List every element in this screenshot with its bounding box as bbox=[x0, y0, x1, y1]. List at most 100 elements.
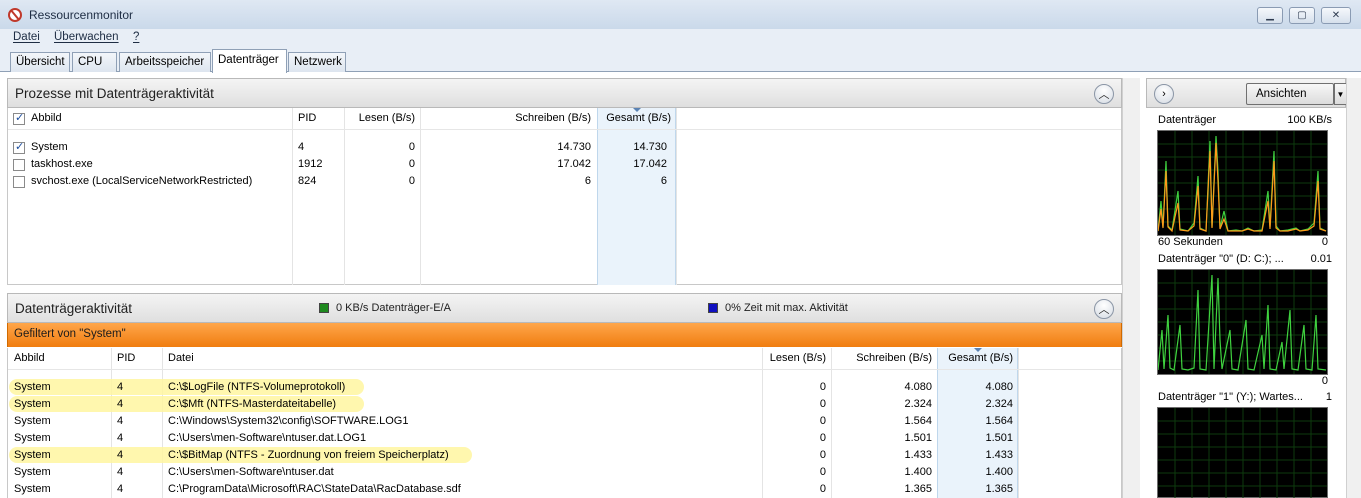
cell-file: C:\$Mft (NTFS-Masterdateitabelle) bbox=[168, 398, 337, 410]
cell-total: 1.564 bbox=[985, 415, 1013, 427]
tab-memory[interactable]: Arbeitsspeicher bbox=[119, 52, 211, 72]
graph-scale: 100 KB/s bbox=[1287, 114, 1332, 126]
cell-read: 0 bbox=[819, 398, 826, 410]
tab-disk[interactable]: Datenträger bbox=[212, 49, 287, 73]
graph-pane-header: › Ansichten ▼ bbox=[1146, 78, 1347, 108]
cell-pid: 4 bbox=[117, 398, 124, 410]
filter-text: Gefiltert von "System" bbox=[14, 328, 126, 340]
graph-scale: 1 bbox=[1325, 391, 1332, 403]
graph-title: Datenträger "0" (D: C:); ... bbox=[1158, 253, 1284, 265]
disk-graph-0-plot bbox=[1157, 270, 1327, 374]
cell-read: 0 bbox=[819, 483, 826, 495]
disk-graph-0 bbox=[1157, 269, 1328, 375]
main-area: Prozesse mit Datenträgeraktivität ︿ Abbi… bbox=[0, 72, 1361, 498]
cell-pid: 4 bbox=[117, 381, 124, 393]
legend-io-swatch bbox=[319, 303, 329, 313]
cell-total: 4.080 bbox=[985, 381, 1013, 393]
col-pid[interactable]: PID bbox=[117, 348, 135, 368]
cell-total: 1.501 bbox=[985, 432, 1013, 444]
right-scrollbar[interactable] bbox=[1346, 78, 1361, 498]
row-checkbox[interactable] bbox=[13, 140, 25, 154]
cell-file: C:\ProgramData\Microsoft\RAC\StateData\R… bbox=[168, 483, 461, 495]
disk-graph-total-plot bbox=[1157, 131, 1327, 235]
cell-read: 0 bbox=[819, 449, 826, 461]
resource-monitor-icon bbox=[8, 8, 22, 22]
row-checkbox[interactable] bbox=[13, 176, 25, 188]
expand-pane-icon[interactable]: › bbox=[1154, 84, 1174, 104]
cell-total: 1.433 bbox=[985, 449, 1013, 461]
cell-pid: 4 bbox=[117, 466, 124, 478]
cell-pid: 4 bbox=[117, 432, 124, 444]
graph-title: Datenträger bbox=[1158, 114, 1217, 126]
pane-splitter[interactable] bbox=[1122, 78, 1140, 498]
cell-pid: 4 bbox=[117, 483, 124, 495]
cell-file: C:\$LogFile (NTFS-Volumeprotokoll) bbox=[168, 381, 346, 393]
cell-write: 4.080 bbox=[904, 381, 932, 393]
collapse-disk-activity-button[interactable]: ︿ bbox=[1094, 299, 1114, 319]
menu-file[interactable]: Datei bbox=[13, 31, 40, 43]
processes-table: Abbild PID Lesen (B/s) Schreiben (B/s) G… bbox=[7, 108, 1122, 285]
tab-network[interactable]: Netzwerk bbox=[288, 52, 346, 72]
cell-total: 2.324 bbox=[985, 398, 1013, 410]
col-file[interactable]: Datei bbox=[168, 348, 194, 368]
menu-monitor[interactable]: Überwachen bbox=[54, 31, 119, 43]
legend-time-swatch bbox=[708, 303, 718, 313]
processes-section-header[interactable]: Prozesse mit Datenträgeraktivität ︿ bbox=[7, 78, 1122, 108]
cell-image: System bbox=[14, 398, 51, 410]
col-pid[interactable]: PID bbox=[298, 108, 316, 128]
col-read[interactable]: Lesen (B/s) bbox=[344, 108, 415, 128]
processes-title: Prozesse mit Datenträgeraktivität bbox=[15, 86, 214, 101]
maximize-button[interactable]: ▢ bbox=[1289, 7, 1315, 24]
title-bar: Ressourcenmonitor ▁ ▢ ✕ bbox=[0, 0, 1361, 30]
cell-image: System bbox=[14, 449, 51, 461]
col-write[interactable]: Schreiben (B/s) bbox=[420, 108, 591, 128]
views-button[interactable]: Ansichten bbox=[1246, 83, 1334, 105]
cell-total: 1.365 bbox=[985, 483, 1013, 495]
col-write[interactable]: Schreiben (B/s) bbox=[831, 348, 932, 368]
filter-bar[interactable]: Gefiltert von "System" bbox=[7, 323, 1122, 347]
col-total[interactable]: Gesamt (B/s) bbox=[597, 108, 671, 128]
disk-graph-1-plot bbox=[1158, 408, 1327, 498]
minimize-button[interactable]: ▁ bbox=[1257, 7, 1283, 24]
menu-bar: Datei Überwachen ? bbox=[0, 29, 1361, 47]
cell-file: C:\Windows\System32\config\SOFTWARE.LOG1 bbox=[168, 415, 409, 427]
cell-file: C:\Users\men-Software\ntuser.dat.LOG1 bbox=[168, 432, 367, 444]
menu-help[interactable]: ? bbox=[133, 31, 139, 43]
sorted-column-total bbox=[597, 108, 676, 285]
collapse-processes-button[interactable]: ︿ bbox=[1094, 84, 1114, 104]
tab-cpu[interactable]: CPU bbox=[72, 52, 117, 72]
left-pane: Prozesse mit Datenträgeraktivität ︿ Abbi… bbox=[7, 78, 1122, 498]
cell-write: 1.365 bbox=[904, 483, 932, 495]
cell-image: System bbox=[14, 466, 51, 478]
graph-time-span: 60 Sekunden bbox=[1158, 236, 1223, 248]
cell-write: 2.324 bbox=[904, 398, 932, 410]
cell-pid: 4 bbox=[117, 415, 124, 427]
col-read[interactable]: Lesen (B/s) bbox=[762, 348, 826, 368]
cell-file: C:\$BitMap (NTFS - Zuordnung von freiem … bbox=[168, 449, 449, 461]
disk-activity-section-header[interactable]: Datenträgeraktivität 0 KB/s Datenträger-… bbox=[7, 293, 1122, 323]
cell-image: System bbox=[14, 483, 51, 495]
disk-activity-table: Abbild PID Datei Lesen (B/s) Schreiben (… bbox=[7, 348, 1122, 498]
cell-write: 1.501 bbox=[904, 432, 932, 444]
graph-title: Datenträger "1" (Y:); Wartes... bbox=[1158, 391, 1303, 403]
cell-image: System bbox=[14, 432, 51, 444]
graph-min-value: 0 bbox=[1321, 236, 1328, 248]
cell-write: 1.433 bbox=[904, 449, 932, 461]
cell-read: 0 bbox=[819, 432, 826, 444]
col-image[interactable]: Abbild bbox=[31, 108, 62, 128]
cell-total: 1.400 bbox=[985, 466, 1013, 478]
tab-strip: Übersicht CPU Arbeitsspeicher Datenträge… bbox=[0, 47, 1361, 73]
select-all-checkbox[interactable] bbox=[13, 111, 25, 125]
close-button[interactable]: ✕ bbox=[1321, 7, 1351, 24]
cell-file: C:\Users\men-Software\ntuser.dat bbox=[168, 466, 334, 478]
cell-write: 1.564 bbox=[904, 415, 932, 427]
row-checkbox[interactable] bbox=[13, 159, 25, 171]
graph-min-value: 0 bbox=[1321, 375, 1328, 387]
cell-image: System bbox=[14, 415, 51, 427]
col-total[interactable]: Gesamt (B/s) bbox=[937, 348, 1013, 368]
cell-read: 0 bbox=[819, 381, 826, 393]
tab-overview[interactable]: Übersicht bbox=[10, 52, 70, 72]
disk-graph-total bbox=[1157, 130, 1328, 236]
graph-scale: 0.01 bbox=[1310, 253, 1332, 265]
col-image[interactable]: Abbild bbox=[14, 348, 45, 368]
